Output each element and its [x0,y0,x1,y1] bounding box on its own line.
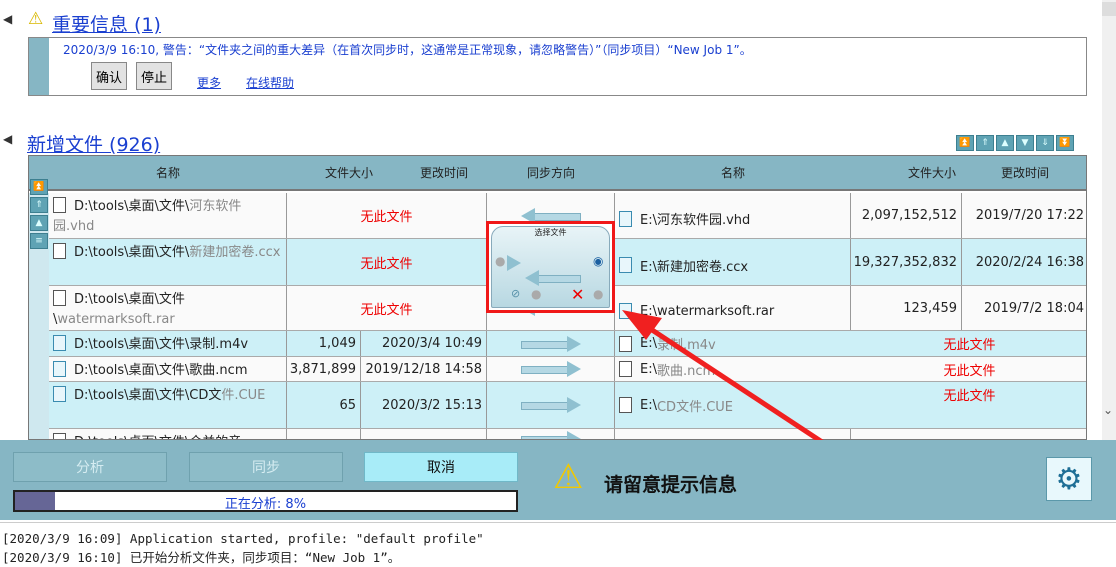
log-line: [2020/3/9 16:09] Application started, pr… [2,531,484,546]
cancel-button[interactable]: 取消 [364,452,518,482]
scroll-top-icon[interactable]: ⏫ [30,179,48,195]
left-status: 无此文件 [287,239,487,285]
left-path: D:\tools\桌面\文件\歌曲.ncm [74,363,248,378]
no-sync-icon: ⊘ [511,287,521,300]
file-icon [619,257,632,273]
scroll-nav-buttons: ⏫ ⇑ ▲ ▼ ⇓ ⏬ [956,135,1074,151]
left-path: D:\tools\桌面\文件\ [74,199,190,214]
online-help-link[interactable]: 在线帮助 [246,74,294,91]
file-icon [53,361,66,377]
radio-left-icon[interactable]: ● [495,254,505,268]
scroll-up-icon[interactable]: ▲ [30,215,48,231]
header-direction[interactable]: 同步方向 [487,156,615,191]
left-size: 3,871,899 [287,357,361,381]
right-time: 2020/2/24 16:38 [975,254,1084,270]
right-size: 2,097,152,512 [851,193,962,238]
new-files-title[interactable]: 新增文件 (926) [27,130,160,157]
scroll-down-chevron-icon[interactable]: ⌄ [1103,403,1113,417]
warning-message-box: 2020/3/9 16:10, 警告：“文件夹之间的重大差异（在首次同步时，这通… [28,37,1087,96]
radio-selected-icon[interactable]: ◉ [593,254,603,268]
sync-direction-icon[interactable] [520,397,581,413]
header-time-right[interactable]: 更改时间 [962,156,1086,191]
sync-direction-popup: 选择文件 ● ◉ ⊘ ● ✕ ● [486,221,615,313]
warning-icon: ⚠ [553,457,584,497]
header-time-left[interactable]: 更改时间 [389,156,499,191]
header-name-right[interactable]: 名称 [615,156,851,191]
copy-left-icon [525,270,581,286]
sync-direction-icon[interactable] [520,335,581,352]
progress-label: 正在分析: 8% [224,497,307,512]
action-panel: 分析 同步 取消 正在分析: 8% ⚠ 请留意提示信息 ⚙ [0,440,1116,520]
left-path-gray: watermarksoft.rar [57,312,175,327]
right-time: 2019/7/20 17:22 [975,208,1084,223]
stop-button[interactable]: 停止 [136,62,173,90]
collapse-toggle-icon[interactable]: ◀ [3,12,12,26]
message-sidebar [29,38,49,95]
confirm-button[interactable]: 确认 [91,62,128,90]
popup-title: 选择文件 [534,228,567,237]
settings-gear-icon[interactable]: ⚙ [1046,457,1092,501]
file-icon [53,243,66,259]
scroll-top-icon[interactable]: ⏫ [956,135,974,151]
right-size: 19,327,352,832 [851,239,962,285]
file-icon [53,290,66,306]
page-up-icon[interactable]: ⇑ [30,197,48,213]
row-nav-strip: ⏫ ⇑ ▲ ≡ [29,179,49,439]
table-row[interactable]: D:\tools\桌面\文件\录制.m4v 1,049 2020/3/4 10:49… [49,331,1086,357]
scroll-bottom-icon[interactable]: ⏬ [1056,135,1074,151]
page-up-icon[interactable]: ⇑ [976,135,994,151]
scroll-down-icon[interactable]: ▼ [1016,135,1034,151]
right-path: E:\河东软件园.vhd [640,213,751,228]
progress-bar: 正在分析: 8% [13,490,518,512]
log-line: [2020/3/9 16:10] 已开始分析文件夹，同步项目：“New Job … [2,550,401,565]
delete-icon: ✕ [571,285,585,304]
sync-direction-icon[interactable] [520,430,581,439]
important-info-title[interactable]: 重要信息 (1) [52,10,161,37]
log-panel: [2020/3/9 16:09] Application started, pr… [0,522,1116,567]
left-time: 2020/3/4 10:49 [361,331,487,356]
notice-text: 请留意提示信息 [604,474,738,496]
header-size-right[interactable]: 文件大小 [904,156,960,191]
copy-right-icon [507,255,521,271]
sync-direction-icon[interactable] [520,361,581,377]
sync-button[interactable]: 同步 [189,452,343,482]
left-path-gray: 件.CUE [221,388,266,403]
right-time: 2019/7/2 18:04 [984,300,1084,316]
header-name-left[interactable]: 名称 [49,156,287,191]
right-path: E:\新建加密卷.ccx [640,259,749,275]
left-status: 无此文件 [287,286,487,330]
analyze-button[interactable]: 分析 [13,452,167,482]
collapse-toggle-icon[interactable]: ◀ [3,132,12,146]
left-size: 1,049 [287,331,361,356]
vertical-scrollbar[interactable]: ⌄ [1102,0,1116,440]
file-icon [53,335,66,351]
scroll-up-icon[interactable]: ▲ [996,135,1014,151]
left-path: D:\tools\桌面\文件\录制.m4v [74,337,249,352]
warning-icon: ⚠ [28,9,44,29]
radio-delete-icon[interactable]: ● [593,287,603,301]
list-menu-icon[interactable]: ≡ [30,233,48,249]
left-path: D:\tools\桌面\文件\CD文 [74,388,222,403]
file-icon [53,386,66,402]
file-icon [53,197,66,213]
table-row[interactable]: D:\tools\桌面\文件\歌曲.ncm 3,871,899 2019/12/18… [49,357,1086,382]
page-down-icon[interactable]: ⇓ [1036,135,1054,151]
file-icon [619,210,632,227]
table-row[interactable]: D:\tools\桌面\文件\CD文件.CUE 65 2020/3/2 15:13 E… [49,382,1086,429]
left-status: 无此文件 [287,193,487,238]
table-header: 名称 文件大小 更改时间 同步方向 名称 文件大小 更改时间 [29,156,1086,191]
radio-nosync-icon[interactable]: ● [531,287,541,301]
warning-message: 2020/3/9 16:10, 警告：“文件夹之间的重大差异（在首次同步时，这通… [63,43,752,57]
more-link[interactable]: 更多 [197,74,221,91]
left-path-gray: 新建加密卷.ccx [189,245,281,260]
header-size-left[interactable]: 文件大小 [319,156,379,191]
file-icon [53,433,66,439]
left-path: D:\tools\桌面\文件\ [74,245,190,260]
table-row[interactable]: D:\tools\桌面\文件\合并的音 [49,429,1086,439]
left-size: 65 [287,382,361,428]
left-time: 2019/12/18 14:58 [361,357,487,381]
left-time: 2020/3/2 15:13 [361,382,487,428]
